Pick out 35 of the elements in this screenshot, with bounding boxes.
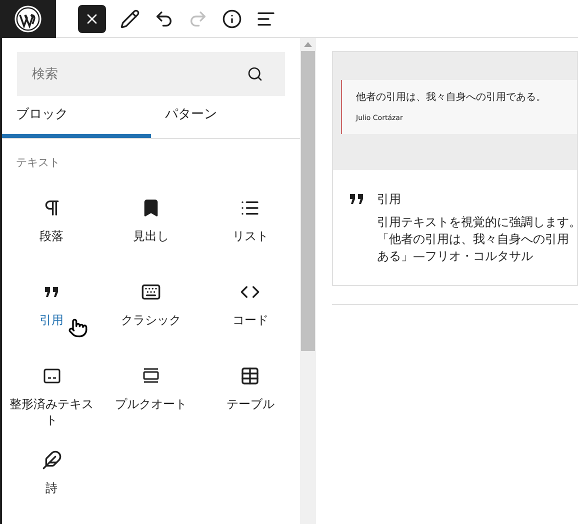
block-item[interactable]: 詩 <box>2 450 102 516</box>
scrollbar-thumb[interactable] <box>301 51 315 351</box>
preview-description-line: 「他者の引用は、我々自身への引用 <box>377 230 570 248</box>
tab[interactable]: パターン <box>151 96 300 138</box>
undo-icon[interactable] <box>154 8 174 28</box>
info-icon[interactable] <box>222 8 242 28</box>
preview-description-line: ある」—フリオ・コルタサル <box>377 248 534 264</box>
keyboard-icon <box>140 282 161 302</box>
pullquote-icon <box>142 368 160 384</box>
hand-cursor-icon <box>68 318 88 338</box>
tab[interactable]: ブロック <box>2 96 151 138</box>
block-item[interactable]: 段落 <box>2 198 102 264</box>
logo-tile[interactable] <box>0 0 56 38</box>
block-item[interactable]: プルクオート <box>101 366 201 432</box>
pencil-icon[interactable] <box>120 8 140 28</box>
table-icon <box>240 366 260 386</box>
preformatted-icon <box>42 368 61 384</box>
block-item[interactable]: テーブル <box>200 366 300 432</box>
search-field[interactable]: 検索 <box>17 52 285 96</box>
feather-icon <box>42 450 62 470</box>
quote-icon <box>44 286 60 298</box>
preview-description-line: 引用テキストを視覚的に強調します。 <box>377 214 578 230</box>
quote-text: 他者の引用は、我々自身への引用である。 <box>356 90 547 105</box>
close-button[interactable] <box>78 4 106 32</box>
block-item[interactable]: 見出し <box>101 198 201 264</box>
block-item[interactable]: コード <box>200 282 300 348</box>
block-item[interactable]: リスト <box>200 198 300 264</box>
quote-icon <box>349 192 365 204</box>
search-icon <box>247 66 263 82</box>
wordpress-logo-icon <box>14 4 42 32</box>
preview-title: 引用 <box>377 190 402 208</box>
block-item[interactable]: 引用 <box>2 282 102 348</box>
section-heading: テキスト <box>15 155 61 171</box>
block-item[interactable]: クラシック <box>101 282 201 348</box>
block-item[interactable]: 整形済みテキスト <box>2 366 102 432</box>
